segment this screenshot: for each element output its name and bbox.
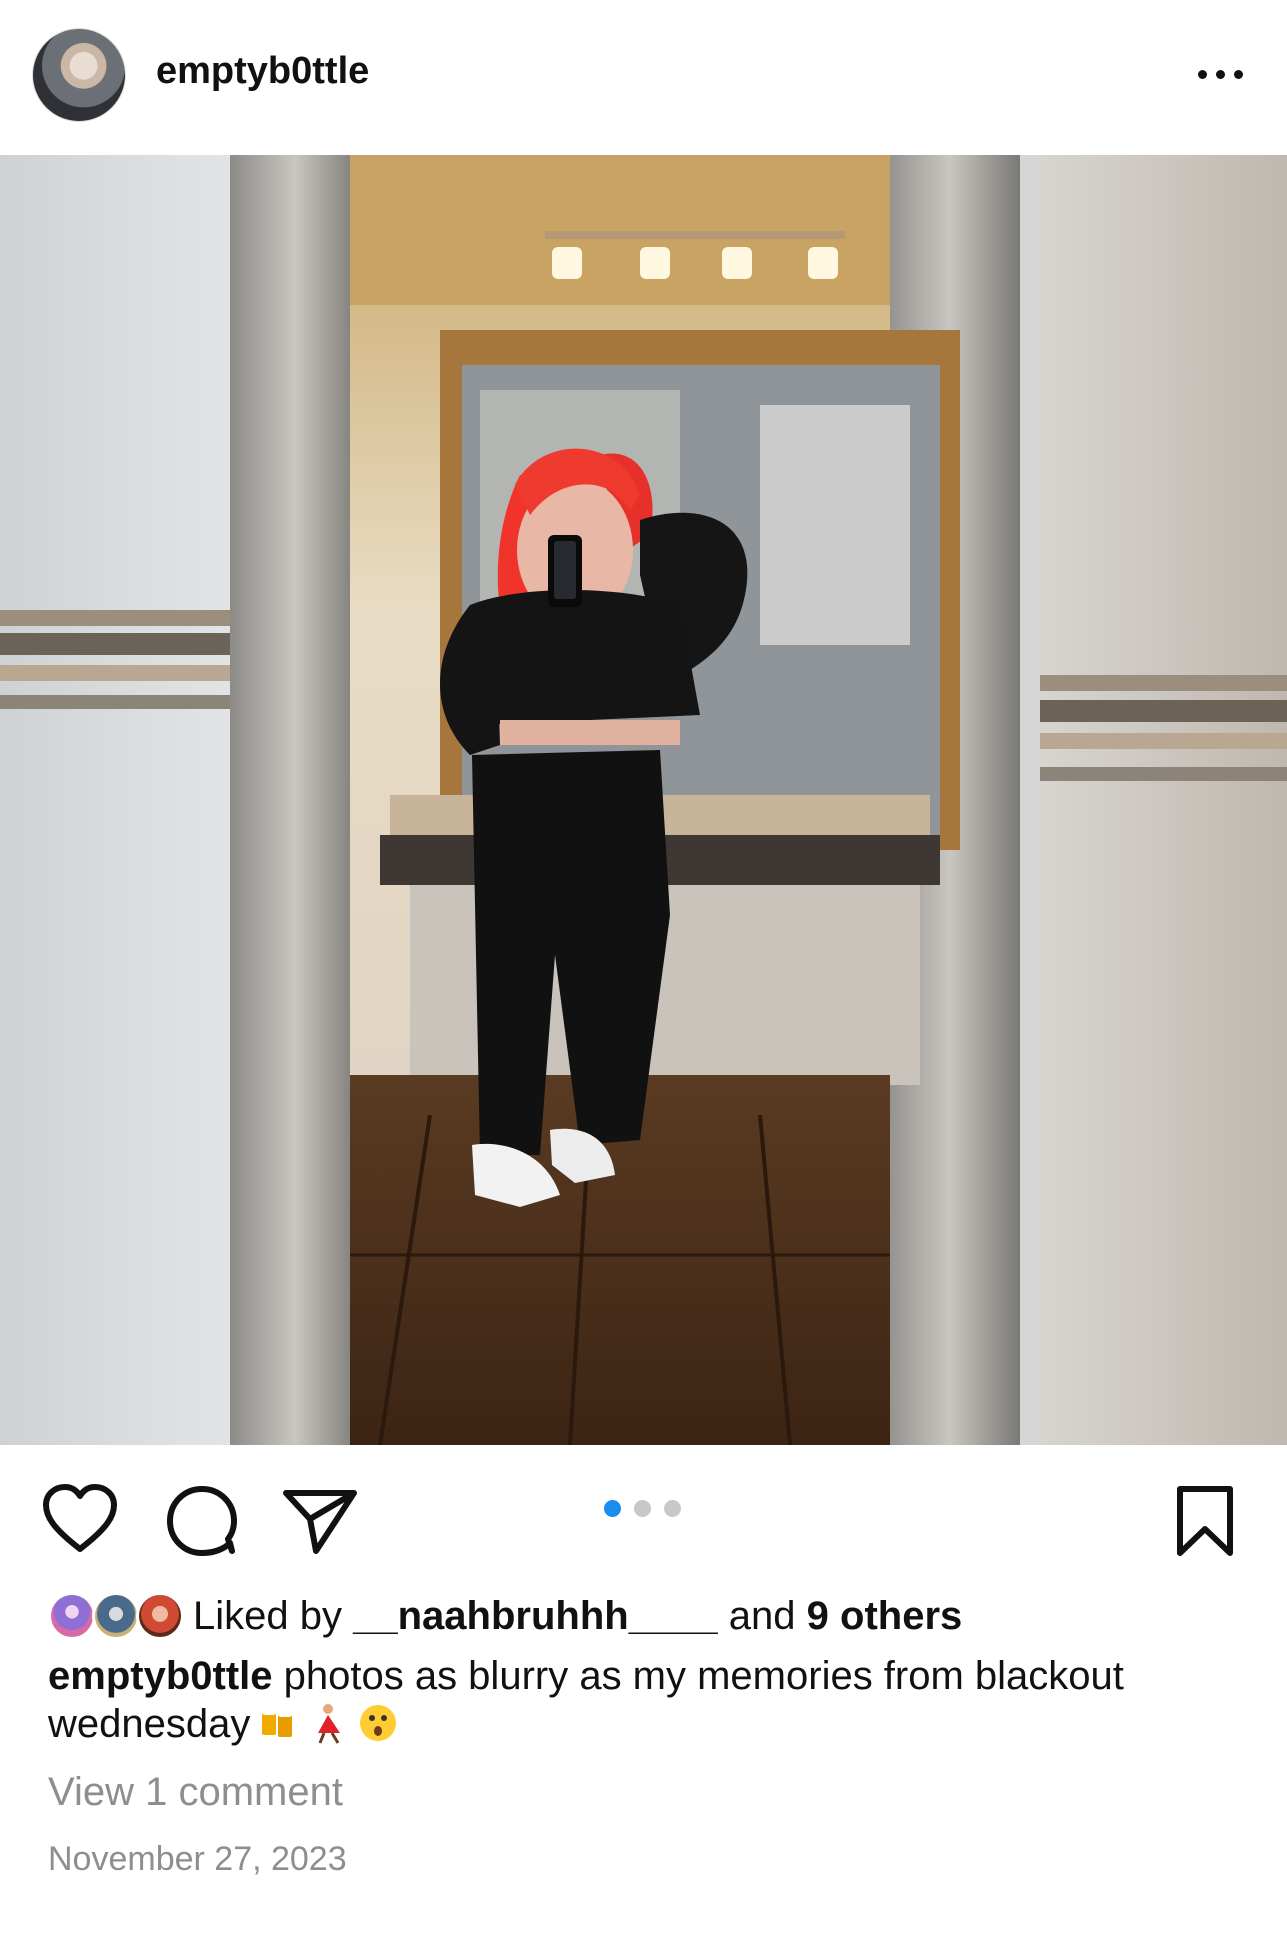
liker-avatar xyxy=(136,1592,184,1640)
photo-image xyxy=(0,155,1287,1445)
likes-prefix: Liked by xyxy=(193,1594,354,1638)
liker-avatar xyxy=(48,1592,96,1640)
likes-summary[interactable]: Liked by __naahbruhhh____ and 9 others xyxy=(48,1592,1248,1648)
send-icon xyxy=(283,1490,357,1554)
post-photo[interactable] xyxy=(0,155,1287,1445)
heart-icon xyxy=(43,1484,117,1552)
post-date: November 27, 2023 xyxy=(48,1840,347,1878)
more-dot xyxy=(1216,70,1225,79)
caption-username[interactable]: emptyb0ttle xyxy=(48,1654,273,1698)
astonished-face-emoji xyxy=(360,1705,397,1741)
liker-username[interactable]: __naahbruhhh____ xyxy=(353,1594,718,1638)
more-options-button[interactable] xyxy=(1190,48,1250,98)
post-header: emptyb0ttle xyxy=(0,0,1287,155)
save-button[interactable] xyxy=(1170,1483,1240,1561)
view-comments-link[interactable]: View 1 comment xyxy=(48,1770,343,1815)
carousel-dot-active xyxy=(604,1500,621,1517)
carousel-dot xyxy=(634,1500,651,1517)
bookmark-icon xyxy=(1177,1486,1233,1556)
post-username[interactable]: emptyb0ttle xyxy=(156,50,369,93)
likes-others[interactable]: 9 others xyxy=(807,1594,963,1638)
share-button[interactable] xyxy=(280,1483,360,1559)
likes-middle: and xyxy=(717,1594,807,1638)
liker-avatar xyxy=(92,1592,140,1640)
comment-icon xyxy=(167,1486,237,1556)
like-button[interactable] xyxy=(40,1483,120,1559)
carousel-dot xyxy=(664,1500,681,1517)
likes-text: Liked by __naahbruhhh____ and 9 others xyxy=(193,1594,962,1639)
beer-mugs-emoji xyxy=(262,1709,293,1737)
more-dot xyxy=(1234,70,1243,79)
post-caption: emptyb0ttle photos as blurry as my memor… xyxy=(48,1652,1248,1748)
action-bar xyxy=(0,1445,1287,1595)
profile-avatar[interactable] xyxy=(32,28,126,122)
dancer-emoji xyxy=(318,1704,341,1744)
more-horizontal-icon xyxy=(1198,70,1207,79)
comment-button[interactable] xyxy=(164,1483,240,1559)
